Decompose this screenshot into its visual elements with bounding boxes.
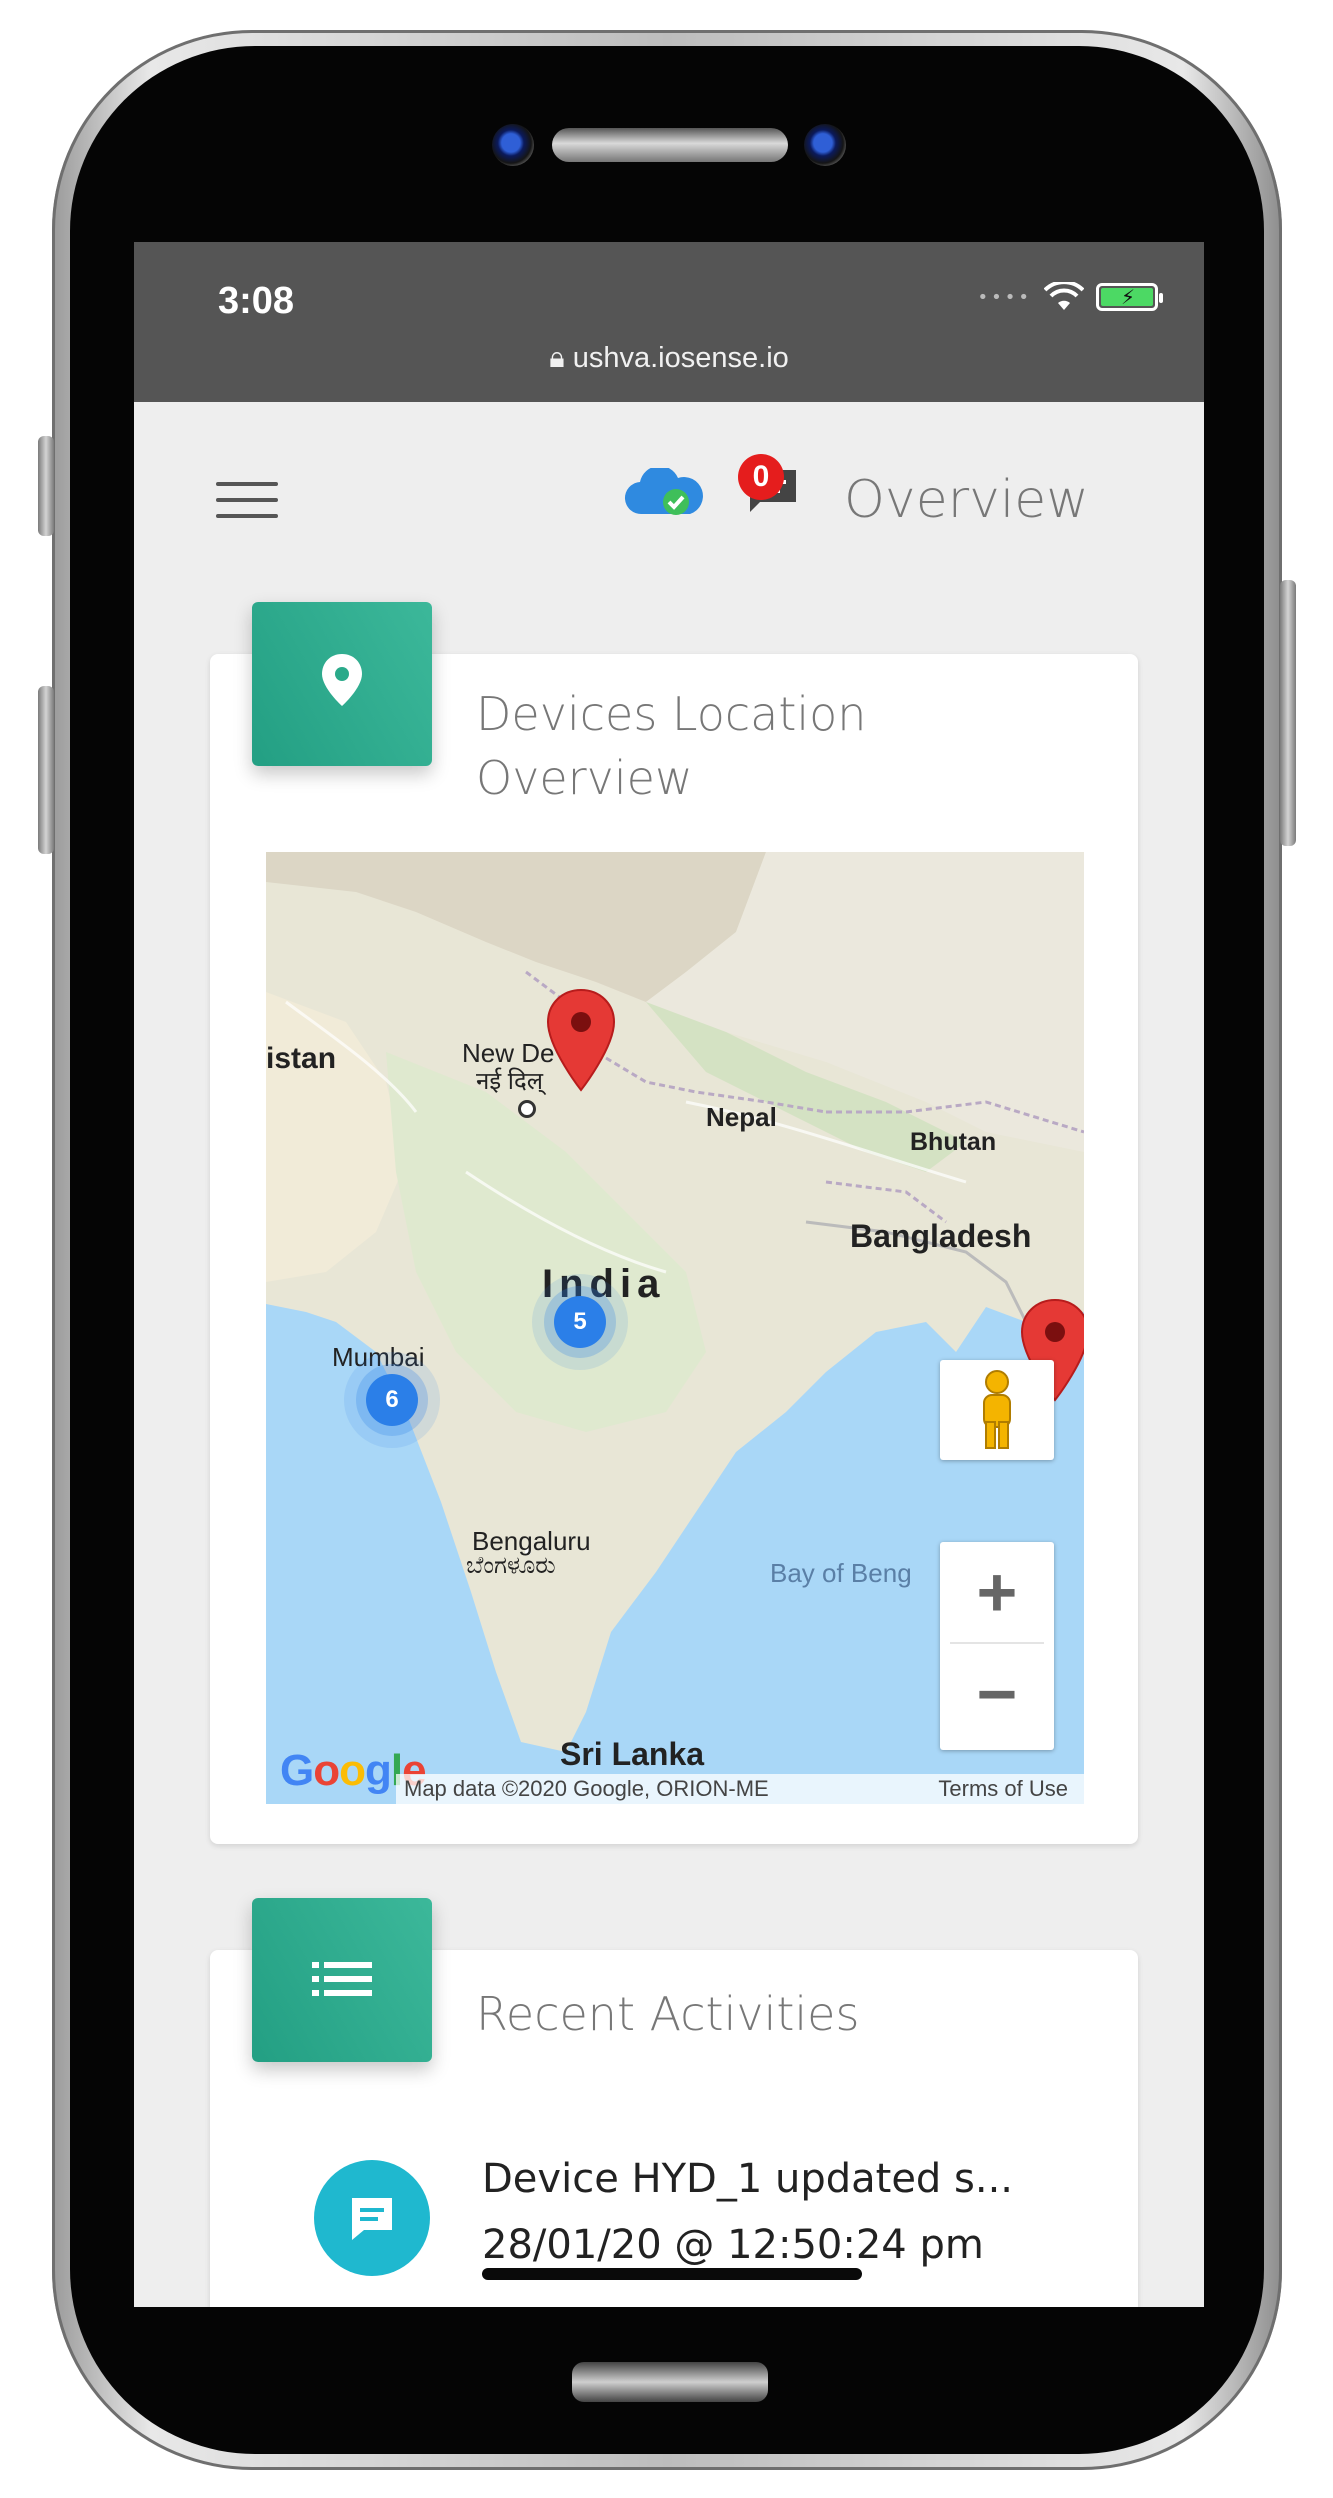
page-title: Overview: [844, 470, 1089, 530]
home-button[interactable]: [572, 2362, 768, 2402]
map-label-bengaluru-kannada: ಬೆಂಗಳೂರು: [466, 1552, 556, 1579]
map-label-bay-of-bengal: Bay of Beng: [770, 1558, 912, 1588]
list-icon: [312, 1962, 372, 1996]
zoom-in-button[interactable]: +: [940, 1552, 1054, 1632]
map-attribution: Map data ©2020 Google, ORION-ME Terms of…: [396, 1774, 1084, 1804]
sensor-icon: [804, 124, 846, 166]
map-label-nepal: Nepal: [706, 1102, 777, 1132]
card-title: Recent Activities: [476, 1987, 860, 2041]
capital-marker-icon: [518, 1100, 536, 1118]
card-header-badge: [252, 602, 432, 766]
cloud-connected-icon[interactable]: [624, 468, 706, 518]
card-title: Devices Location Overview: [476, 687, 867, 805]
device-marker-icon[interactable]: [546, 988, 616, 1092]
mute-switch: [38, 436, 54, 536]
status-icons: •••• ⚡: [977, 282, 1163, 312]
app-bar: 0 Overview: [134, 402, 1204, 542]
activity-avatar: [314, 2160, 430, 2276]
map-label-mumbai: Mumbai: [332, 1342, 425, 1372]
map-label-bangladesh: Bangladesh: [850, 1218, 1032, 1254]
recent-activities-card: Recent Activities Device HYD_1 updated s…: [210, 1898, 1138, 2307]
map-data-text: Map data ©2020 Google, ORION-ME: [404, 1776, 769, 1801]
volume-button: [38, 686, 54, 854]
map-label-india: India: [542, 1262, 666, 1306]
signal-icon: ••••: [977, 286, 1032, 308]
devices-map[interactable]: istan New De नई दिल् Nepal Bhutan Bangla…: [266, 852, 1084, 1804]
wifi-icon: [1044, 282, 1084, 310]
zoom-control: + −: [940, 1542, 1054, 1750]
street-view-button[interactable]: [940, 1360, 1054, 1460]
power-button: [1280, 580, 1296, 846]
device-cluster[interactable]: 6: [366, 1374, 418, 1426]
activity-description: Device HYD_1 updated s...: [482, 2156, 1014, 2202]
home-indicator[interactable]: [482, 2268, 862, 2280]
phone-screen: 3:08 •••• ⚡ 🔒︎ ushva.iosense.io 0 Overvi…: [134, 242, 1204, 2307]
url-text: ushva.iosense.io: [572, 342, 789, 374]
menu-icon[interactable]: [216, 482, 278, 518]
zoom-out-button[interactable]: −: [940, 1654, 1054, 1734]
map-label-bhutan: Bhutan: [910, 1128, 997, 1156]
status-time: 3:08: [218, 280, 295, 322]
devices-location-card: Devices Location Overview istan New De न…: [210, 602, 1138, 1844]
url-bar[interactable]: 🔒︎ ushva.iosense.io: [134, 342, 1204, 375]
battery-icon: ⚡: [1096, 283, 1163, 311]
lock-icon: 🔒︎: [549, 342, 565, 374]
card-header-badge: [252, 1898, 432, 2062]
terms-of-use-link[interactable]: Terms of Use: [938, 1774, 1068, 1804]
map-label-new-delhi-hindi: नई दिल्: [476, 1068, 544, 1095]
map-label-sri-lanka: Sri Lanka: [560, 1736, 705, 1772]
earpiece-speaker: [552, 128, 788, 162]
status-bar: 3:08 •••• ⚡ 🔒︎ ushva.iosense.io: [134, 242, 1204, 402]
map-label-pakistan: istan: [266, 1042, 337, 1075]
message-icon: [352, 2198, 392, 2240]
pegman-icon: [983, 1370, 1011, 1449]
notification-badge: 0: [738, 454, 784, 500]
device-cluster[interactable]: 5: [554, 1296, 606, 1348]
location-pin-icon: [322, 654, 362, 706]
front-camera-icon: [492, 124, 534, 166]
